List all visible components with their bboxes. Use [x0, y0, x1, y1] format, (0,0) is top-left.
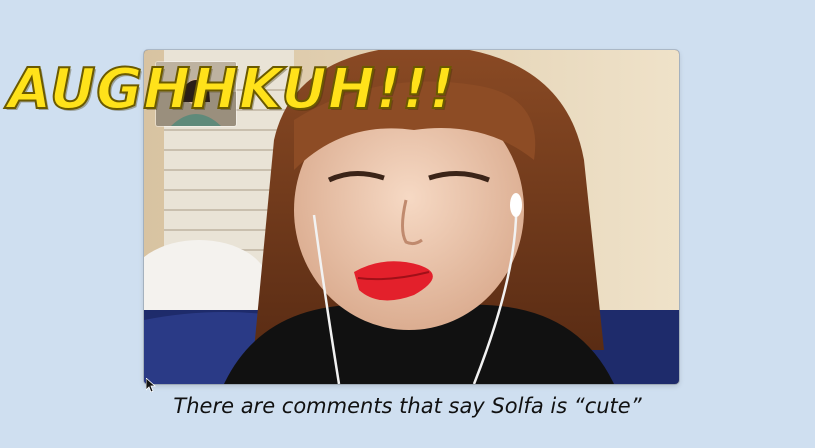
- subtitle-caption: There are comments that say Solfa is “cu…: [173, 394, 642, 418]
- screen-stage: AUGHHKUH!!! There are comments that say …: [0, 0, 815, 448]
- reaction-headline: AUGHHKUH!!!: [7, 57, 456, 122]
- mouse-cursor-icon: [146, 378, 156, 392]
